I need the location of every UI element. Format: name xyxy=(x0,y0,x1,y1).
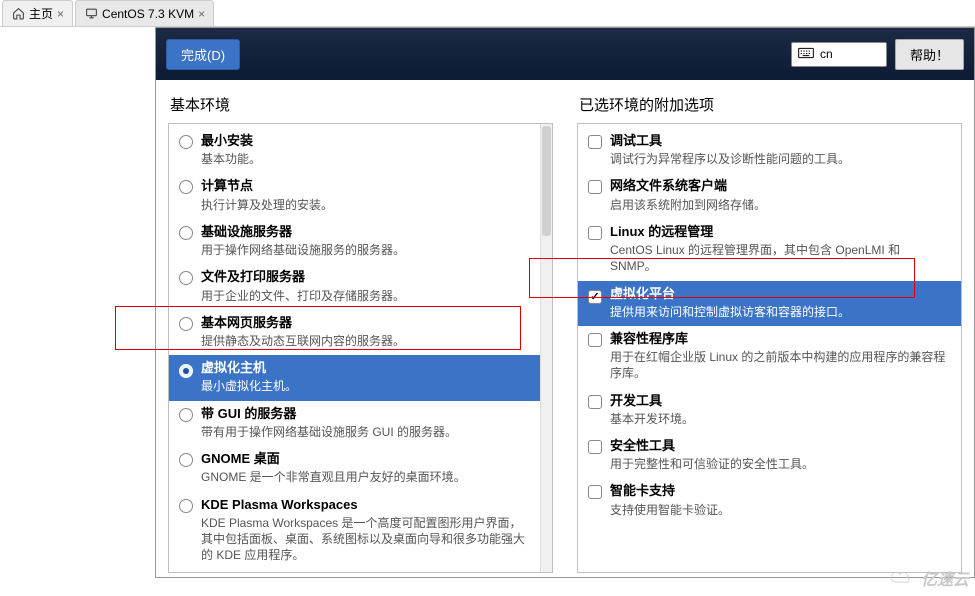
option-title: 虚拟化平台 xyxy=(610,286,947,302)
watermark-text: 亿速云 xyxy=(921,566,969,590)
env-option[interactable]: 虚拟化主机最小虚拟化主机。 xyxy=(169,355,540,400)
scrollbar[interactable] xyxy=(540,124,552,572)
home-icon xyxy=(11,7,25,21)
env-option[interactable]: 最小安装基本功能。 xyxy=(169,128,540,173)
option-title: 智能卡支持 xyxy=(610,483,947,499)
option-desc: 用于在红帽企业版 Linux 的之前版本中构建的应用程序的兼容程序库。 xyxy=(610,349,947,381)
radio-icon xyxy=(179,408,193,422)
radio-icon xyxy=(179,135,193,149)
addon-option[interactable]: 网络文件系统客户端启用该系统附加到网络存储。 xyxy=(578,173,961,218)
env-option[interactable]: GNOME 桌面 GNOME 是一个非常直观且用户友好的桌面环境。 xyxy=(169,446,540,491)
keyboard-icon xyxy=(798,47,814,62)
option-desc: 用于完整性和可信验证的安全性工具。 xyxy=(610,456,947,472)
radio-icon xyxy=(179,364,193,378)
addon-option[interactable]: 安全性工具用于完整性和可信验证的安全性工具。 xyxy=(578,433,961,478)
addon-option[interactable]: 虚拟化平台提供用来访问和控制虚拟访客和容器的接口。 xyxy=(578,281,961,326)
radio-icon xyxy=(179,180,193,194)
option-desc: 调试行为异常程序以及诊断性能问题的工具。 xyxy=(610,151,947,167)
env-option[interactable]: 基本网页服务器提供静态及动态互联网内容的服务器。 xyxy=(169,310,540,355)
monitor-icon xyxy=(84,7,98,21)
watermark: 亿速云 xyxy=(889,566,969,590)
checkbox-icon xyxy=(588,440,602,454)
option-title: 虚拟化主机 xyxy=(201,360,526,376)
option-title: 计算节点 xyxy=(201,178,526,194)
option-desc: KDE Plasma Workspaces 是一个高度可配置图形用户界面，其中包… xyxy=(201,515,526,564)
tab-home[interactable]: 主页 × xyxy=(2,0,73,26)
checkbox-icon xyxy=(588,290,602,304)
addon-column: 已选环境的附加选项 调试工具调试行为异常程序以及诊断性能问题的工具。网络文件系统… xyxy=(577,90,962,573)
addon-heading: 已选环境的附加选项 xyxy=(579,94,962,115)
installer-topbar: 完成(D) cn 帮助！ xyxy=(156,28,974,80)
addon-option[interactable]: 兼容性程序库用于在红帽企业版 Linux 的之前版本中构建的应用程序的兼容程序库… xyxy=(578,326,961,388)
close-icon[interactable]: × xyxy=(57,7,64,21)
env-option[interactable]: KDE Plasma Workspaces KDE Plasma Workspac… xyxy=(169,492,540,570)
env-option[interactable]: 带 GUI 的服务器带有用于操作网络基础设施服务 GUI 的服务器。 xyxy=(169,401,540,446)
addon-option[interactable]: 智能卡支持支持使用智能卡验证。 xyxy=(578,478,961,523)
option-title: 开发工具 xyxy=(610,393,947,409)
option-desc: 最小虚拟化主机。 xyxy=(201,378,526,394)
option-title: 安全性工具 xyxy=(610,438,947,454)
env-option[interactable]: 计算节点执行计算及处理的安装。 xyxy=(169,173,540,218)
option-title: 基本网页服务器 xyxy=(201,315,526,331)
env-option[interactable]: 基础设施服务器用于操作网络基础设施服务的服务器。 xyxy=(169,219,540,264)
radio-icon xyxy=(179,271,193,285)
addon-list: 调试工具调试行为异常程序以及诊断性能问题的工具。网络文件系统客户端启用该系统附加… xyxy=(577,123,962,573)
option-desc: 基本功能。 xyxy=(201,151,526,167)
option-title: KDE Plasma Workspaces xyxy=(201,497,526,513)
base-env-list: 最小安装基本功能。计算节点执行计算及处理的安装。基础设施服务器用于操作网络基础设… xyxy=(168,123,553,573)
env-option[interactable]: 开发及生成工作站用于软件、硬件、图形或者内容开发的工作站。 xyxy=(169,569,540,572)
keyboard-layout-indicator[interactable]: cn xyxy=(791,42,887,67)
keyboard-layout-label: cn xyxy=(820,47,833,61)
tab-home-label: 主页 xyxy=(29,5,53,22)
close-icon[interactable]: × xyxy=(198,7,205,21)
checkbox-icon xyxy=(588,333,602,347)
option-title: Linux 的远程管理 xyxy=(610,224,947,240)
addon-option[interactable]: 开发工具基本开发环境。 xyxy=(578,388,961,433)
option-desc: 提供用来访问和控制虚拟访客和容器的接口。 xyxy=(610,304,947,320)
radio-icon xyxy=(179,499,193,513)
env-option[interactable]: 文件及打印服务器用于企业的文件、打印及存储服务器。 xyxy=(169,264,540,309)
addon-option[interactable]: 调试工具调试行为异常程序以及诊断性能问题的工具。 xyxy=(578,128,961,173)
installer-window: 完成(D) cn 帮助！ 基本环境 最小安装基本功能。计算节点执行计算及处理的安… xyxy=(155,27,975,578)
base-env-column: 基本环境 最小安装基本功能。计算节点执行计算及处理的安装。基础设施服务器用于操作… xyxy=(168,90,553,573)
done-button[interactable]: 完成(D) xyxy=(166,39,240,70)
help-button[interactable]: 帮助！ xyxy=(895,39,964,70)
option-desc: 基本开发环境。 xyxy=(610,411,947,427)
checkbox-icon xyxy=(588,135,602,149)
option-title: 文件及打印服务器 xyxy=(201,269,526,285)
option-title: 调试工具 xyxy=(610,133,947,149)
option-title: 基础设施服务器 xyxy=(201,224,526,240)
option-desc: 启用该系统附加到网络存储。 xyxy=(610,197,947,213)
option-desc: 提供静态及动态互联网内容的服务器。 xyxy=(201,333,526,349)
tab-vm[interactable]: CentOS 7.3 KVM × xyxy=(75,0,214,26)
option-desc: CentOS Linux 的远程管理界面，其中包含 OpenLMI 和 SNMP… xyxy=(610,242,947,274)
option-desc: GNOME 是一个非常直观且用户友好的桌面环境。 xyxy=(201,469,526,485)
option-title: 网络文件系统客户端 xyxy=(610,178,947,194)
option-desc: 带有用于操作网络基础设施服务 GUI 的服务器。 xyxy=(201,424,526,440)
option-title: 最小安装 xyxy=(201,133,526,149)
option-desc: 执行计算及处理的安装。 xyxy=(201,197,526,213)
checkbox-icon xyxy=(588,180,602,194)
browser-tabbar: 主页 × CentOS 7.3 KVM × xyxy=(0,0,975,27)
option-title: 带 GUI 的服务器 xyxy=(201,406,526,422)
option-desc: 用于操作网络基础设施服务的服务器。 xyxy=(201,242,526,258)
radio-icon xyxy=(179,317,193,331)
checkbox-icon xyxy=(588,485,602,499)
addon-option[interactable]: Linux 的远程管理 CentOS Linux 的远程管理界面，其中包含 Ope… xyxy=(578,219,961,281)
checkbox-icon xyxy=(588,395,602,409)
option-title: GNOME 桌面 xyxy=(201,451,526,467)
radio-icon xyxy=(179,453,193,467)
tab-vm-label: CentOS 7.3 KVM xyxy=(102,7,194,21)
option-title: 兼容性程序库 xyxy=(610,331,947,347)
checkbox-icon xyxy=(588,226,602,240)
base-env-heading: 基本环境 xyxy=(170,94,553,115)
option-desc: 支持使用智能卡验证。 xyxy=(610,502,947,518)
radio-icon xyxy=(179,226,193,240)
option-desc: 用于企业的文件、打印及存储服务器。 xyxy=(201,288,526,304)
